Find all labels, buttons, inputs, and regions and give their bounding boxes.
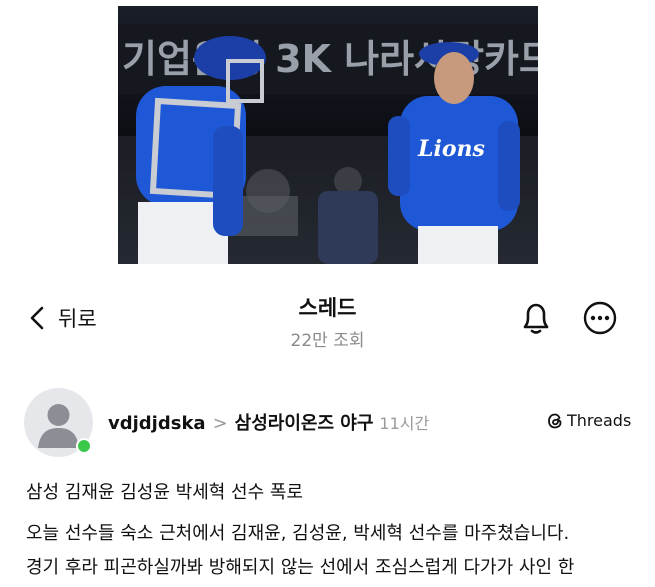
bell-icon (523, 303, 549, 334)
notification-button[interactable] (519, 300, 553, 340)
photo-team-logo: Lions (417, 136, 485, 162)
more-options-button[interactable] (583, 301, 617, 339)
breadcrumb-separator: > (212, 413, 228, 434)
threads-logo-icon (548, 413, 562, 428)
more-icon (583, 301, 617, 335)
page-title: 스레드 (298, 296, 357, 320)
post-photo[interactable]: 기업은행 3K 나라사랑카드 Lions (118, 6, 538, 264)
view-count: 22만 조회 (290, 331, 365, 351)
threads-link[interactable]: Threads (546, 411, 631, 430)
community-name[interactable]: 삼성라이온즈 야구 (235, 409, 374, 435)
post-time: 11시간 (379, 414, 430, 433)
thread-header: 뒤로 스레드 22만 조회 (0, 286, 655, 351)
post-body-line: 오늘 선수들 숙소 근처에서 김재윤, 김성윤, 박세혁 선수를 마주쳤습니다. (26, 523, 570, 544)
post-meta: vdjdjdska > 삼성라이온즈 야구 11시간 (108, 409, 429, 435)
username[interactable]: vdjdjdska (108, 413, 206, 434)
threads-label: Threads (567, 411, 632, 430)
post-title: 삼성 김재윤 김성윤 박세혁 선수 폭로 (26, 482, 304, 503)
header-title-group: 스레드 22만 조회 (0, 292, 655, 351)
online-status-dot (76, 438, 92, 454)
post-body-line: 경기 후라 피곤하실까봐 방해되지 않는 선에서 조심스럽게 다가가 사인 한 (26, 557, 575, 578)
